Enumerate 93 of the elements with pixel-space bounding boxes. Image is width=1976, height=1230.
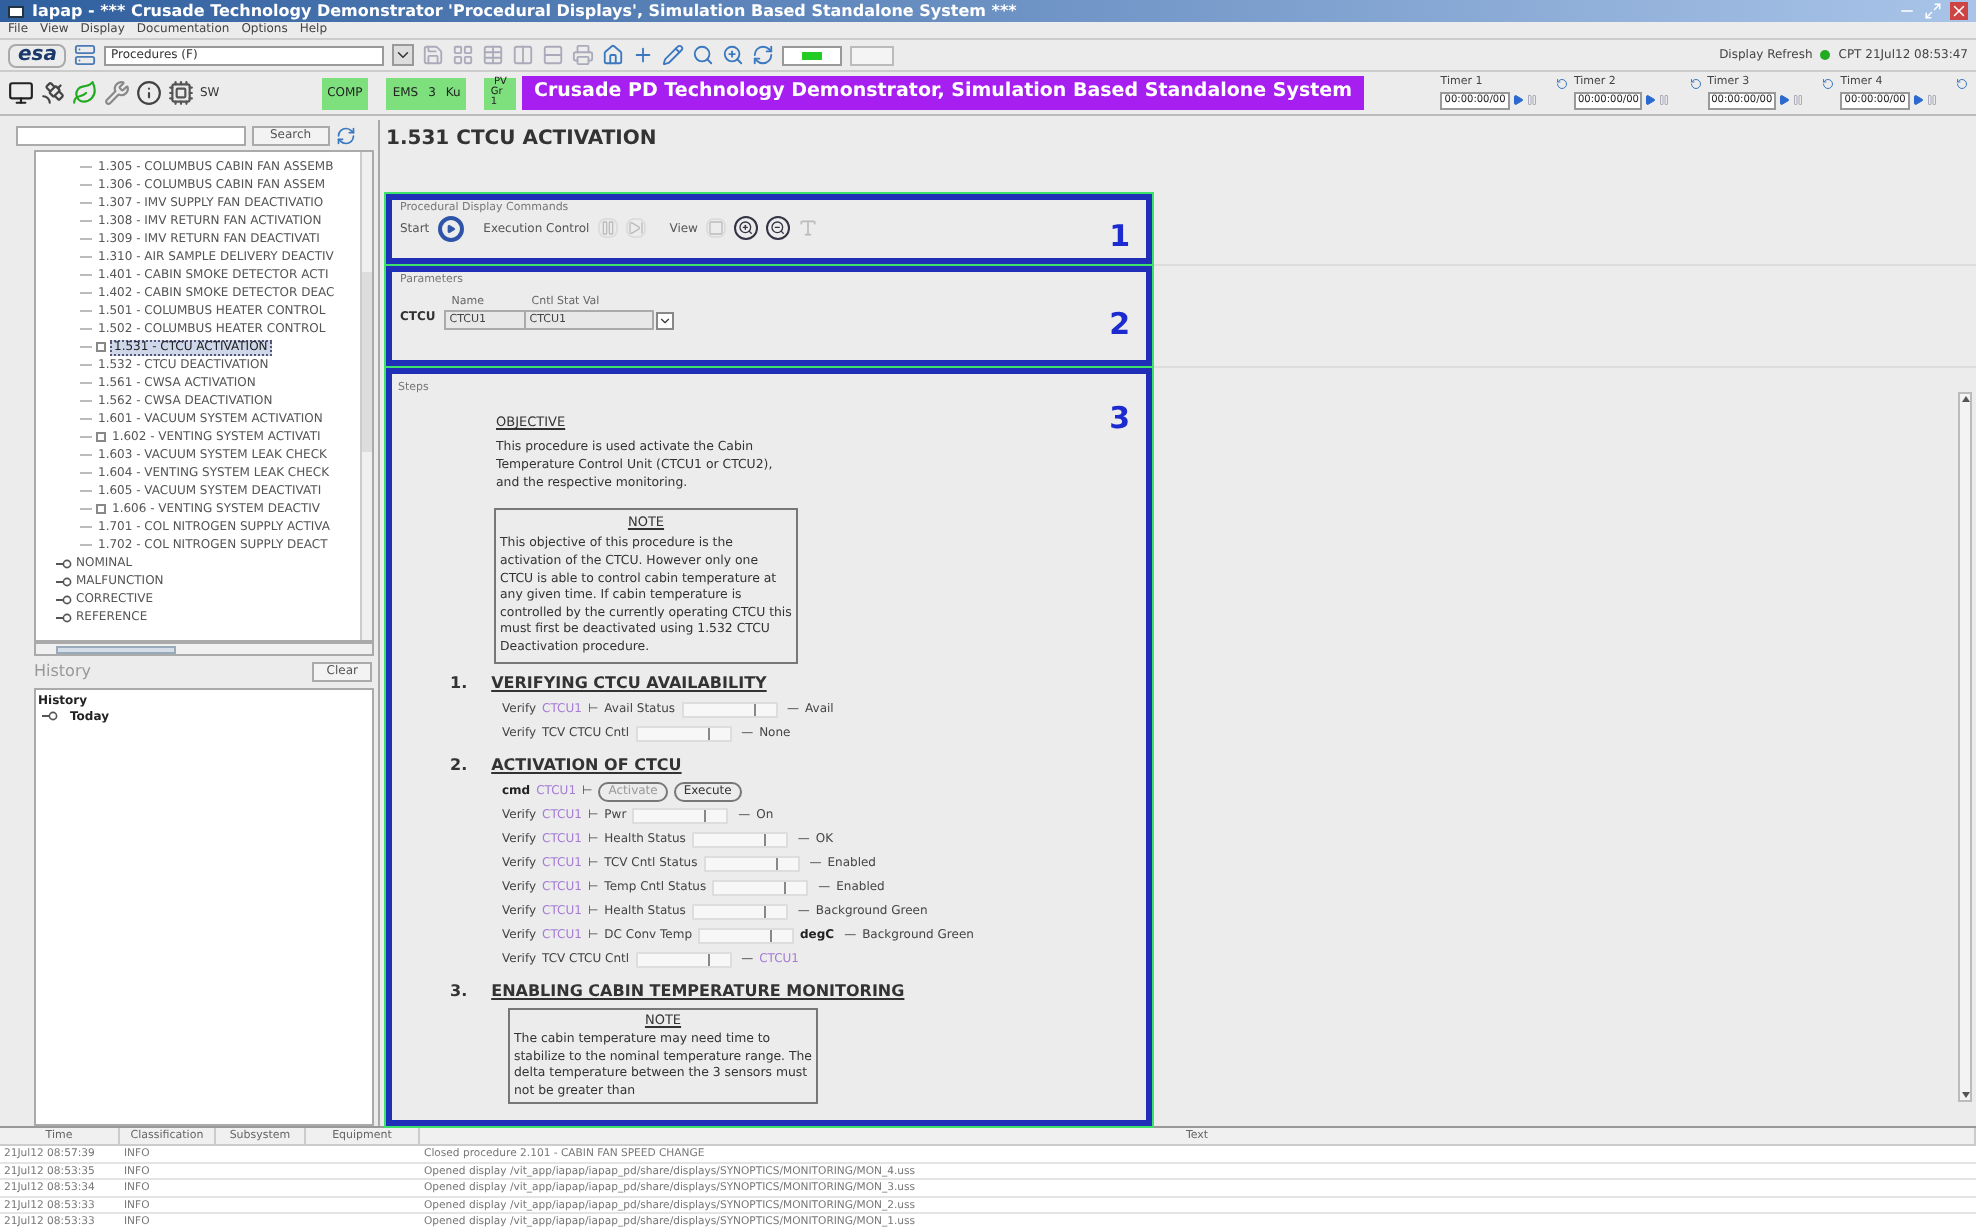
- play-icon[interactable]: [1511, 94, 1524, 106]
- tree-handle: [80, 472, 92, 474]
- tree-handle: [80, 292, 92, 294]
- pause-icon[interactable]: [1525, 94, 1538, 106]
- app-icon: [8, 5, 24, 17]
- procedure-title: 1.531 CTCU ACTIVATION: [386, 126, 657, 154]
- tree-handle: [80, 382, 92, 384]
- section-number: 1: [1109, 218, 1130, 254]
- tree-handle: [80, 202, 92, 204]
- satellite-icon[interactable]: [40, 80, 66, 106]
- tree-handle: [80, 544, 92, 546]
- start-button[interactable]: [437, 215, 464, 242]
- table-icon[interactable]: [482, 44, 505, 66]
- view-selector[interactable]: [782, 45, 843, 65]
- info-icon[interactable]: [136, 80, 162, 106]
- search-field[interactable]: [16, 125, 246, 145]
- tree-handle: [80, 400, 92, 402]
- grid-icon[interactable]: [452, 44, 475, 66]
- search-icon[interactable]: [692, 44, 715, 66]
- tree-handle: [80, 184, 92, 186]
- rows-icon[interactable]: [542, 44, 565, 66]
- expand-icon[interactable]: [96, 432, 106, 442]
- maximize-icon[interactable]: [1924, 2, 1942, 20]
- tree-handle: [80, 526, 92, 528]
- plus-icon[interactable]: [632, 44, 655, 66]
- reset-icon[interactable]: [1822, 77, 1835, 89]
- tree-handle: [80, 490, 92, 492]
- tree-handle: [80, 256, 92, 258]
- panel-title: History: [34, 660, 91, 684]
- tree-handle: [80, 166, 92, 168]
- tree-handle: [80, 310, 92, 312]
- monitor-icon[interactable]: [8, 80, 34, 106]
- zoom-in-button[interactable]: [733, 216, 758, 241]
- home-icon[interactable]: [602, 44, 625, 66]
- dropdown-icon[interactable]: [392, 44, 415, 66]
- value-field: [703, 855, 800, 872]
- dropdown-button[interactable]: [655, 312, 674, 331]
- pause-icon[interactable]: [1925, 94, 1938, 106]
- system-banner: Crusade PD Technology Demonstrator, Simulation Based Standalone System: [521, 76, 1364, 110]
- tree-handle: [80, 238, 92, 240]
- esa-logo: esa: [8, 43, 67, 67]
- step-number: 2.: [450, 753, 468, 778]
- value-field: [632, 807, 729, 824]
- save-icon[interactable]: [422, 44, 445, 66]
- refresh-icon[interactable]: [752, 44, 775, 66]
- expand-icon[interactable]: [56, 557, 72, 569]
- refresh-icon[interactable]: [335, 125, 356, 145]
- play-icon[interactable]: [1778, 94, 1791, 106]
- zoom-out-button[interactable]: [765, 216, 790, 241]
- tree-handle: [80, 220, 92, 222]
- chip-icon[interactable]: [168, 80, 194, 106]
- play-icon[interactable]: [1644, 94, 1657, 106]
- value-field: [691, 903, 788, 920]
- tree-handle: [80, 274, 92, 276]
- printer-icon[interactable]: [572, 44, 595, 66]
- close-icon[interactable]: [1950, 2, 1968, 20]
- pause-icon[interactable]: [1658, 94, 1671, 106]
- step-heading: ACTIVATION OF CTCU: [491, 753, 682, 778]
- step-heading: VERIFYING CTCU AVAILABILITY: [491, 671, 767, 696]
- pencil-icon[interactable]: [662, 44, 685, 66]
- tree-handle: [80, 364, 92, 366]
- section-number: 3: [1109, 400, 1130, 436]
- pause-icon[interactable]: [1792, 94, 1805, 106]
- window-title: Iapap - *** Crusade Technology Demonstrator 'Procedural Displays', Simulation Based Standalone System ***: [32, 3, 1017, 19]
- expand-icon[interactable]: [96, 342, 106, 352]
- expand-icon[interactable]: [42, 710, 58, 723]
- tree-handle: [80, 436, 92, 438]
- expand-icon[interactable]: [56, 611, 72, 623]
- value-field: [681, 701, 778, 718]
- step-heading: ENABLING CABIN TEMPERATURE MONITORING: [491, 979, 905, 1004]
- expand-icon[interactable]: [56, 593, 72, 605]
- expand-icon[interactable]: [56, 575, 72, 587]
- tree-handle: [80, 454, 92, 456]
- step-number: 3.: [450, 979, 468, 1004]
- value-field: [691, 831, 788, 848]
- value-field: [698, 927, 794, 944]
- value-field: [635, 951, 732, 968]
- value-field: [635, 725, 732, 742]
- reset-icon[interactable]: [1955, 77, 1968, 89]
- reset-icon[interactable]: [1689, 77, 1702, 89]
- step-number: 1.: [450, 671, 468, 696]
- expand-icon[interactable]: [96, 504, 106, 514]
- columns-icon[interactable]: [512, 44, 535, 66]
- zoom-in-icon[interactable]: [722, 44, 745, 66]
- value-field: [712, 879, 809, 896]
- tree-handle: [80, 346, 92, 348]
- server-icon[interactable]: [74, 44, 97, 66]
- tree-handle: [80, 328, 92, 330]
- play-icon[interactable]: [1911, 94, 1924, 106]
- tree-handle: [80, 508, 92, 510]
- tree-handle: [80, 418, 92, 420]
- reset-icon[interactable]: [1555, 77, 1568, 89]
- section-number: 2: [1109, 306, 1130, 342]
